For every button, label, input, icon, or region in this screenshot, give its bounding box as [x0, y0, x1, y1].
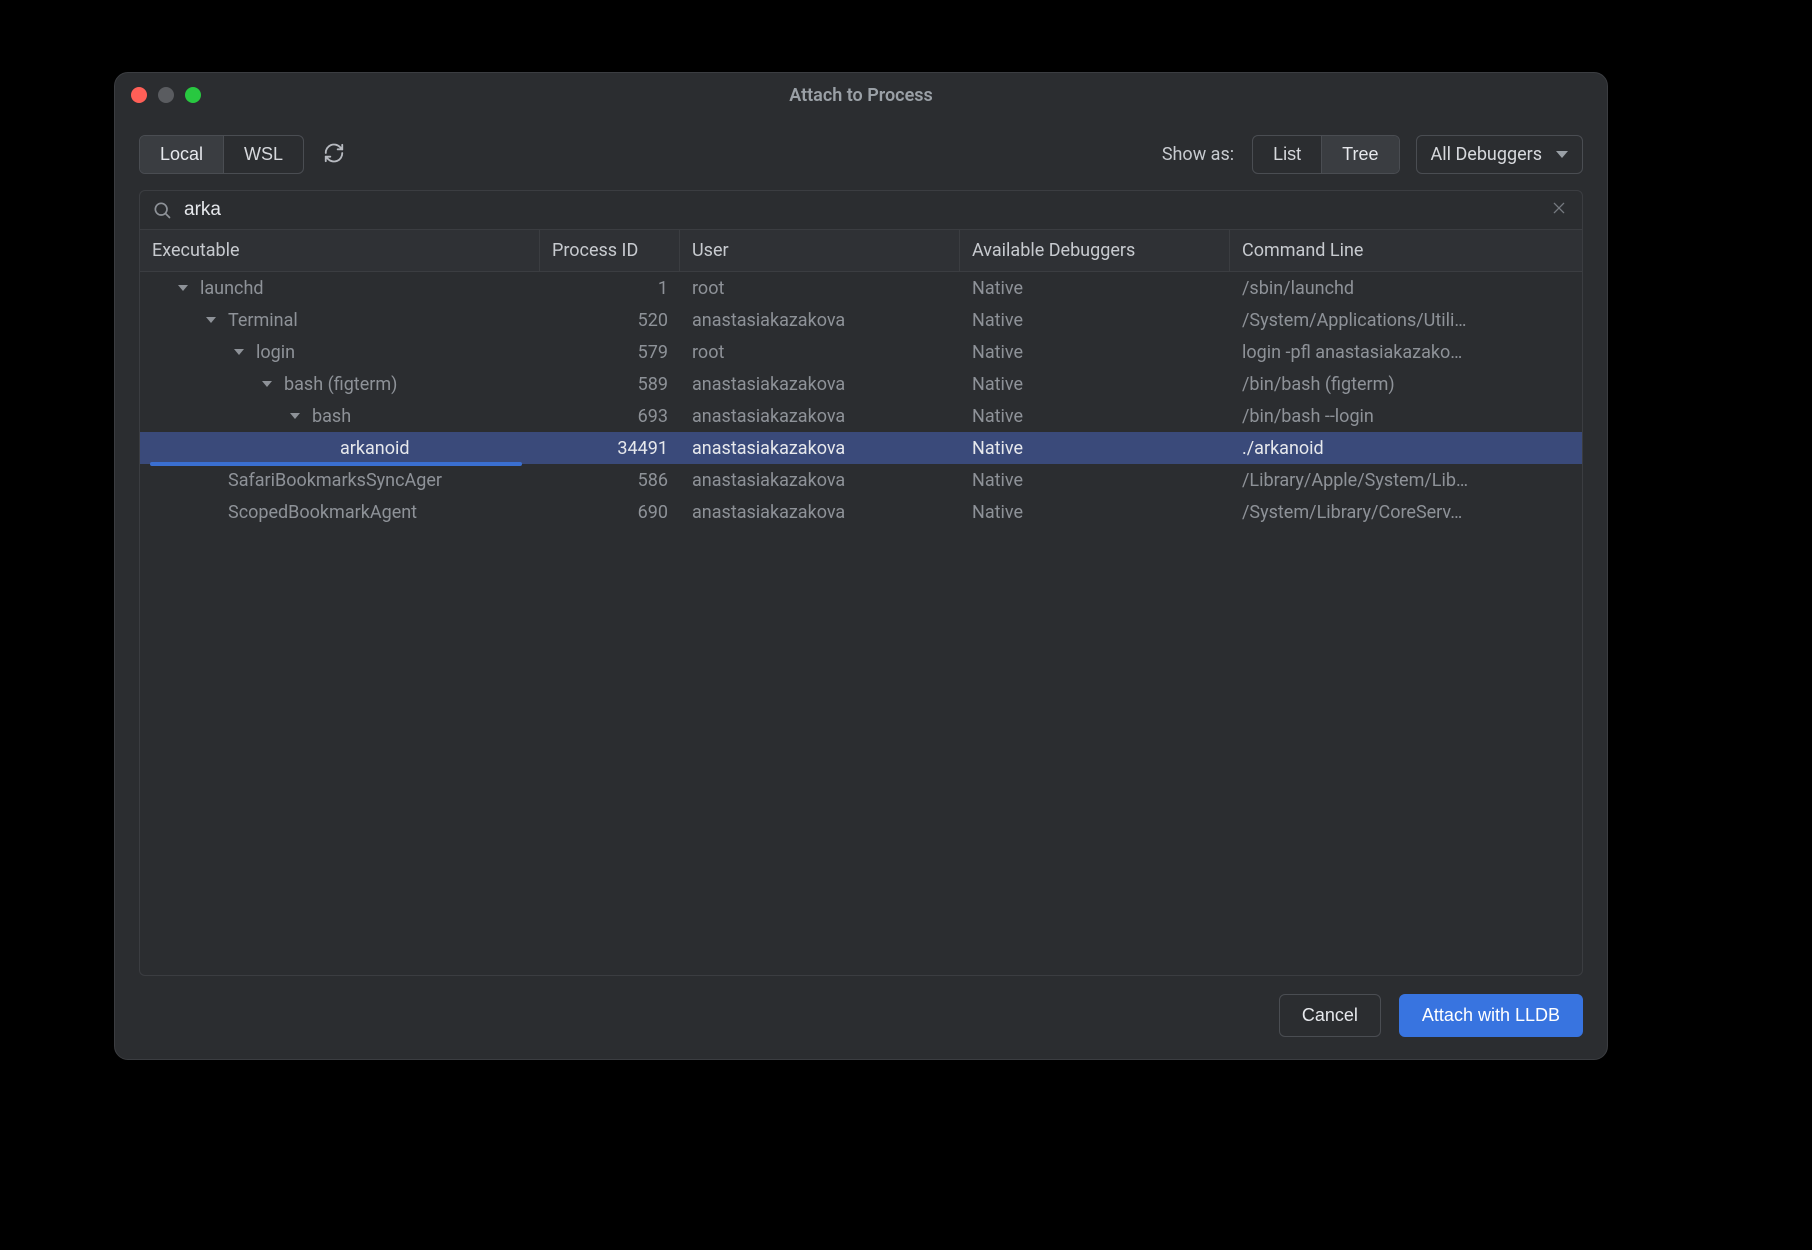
search-input[interactable]: [184, 199, 1536, 221]
cell-executable: launchd: [140, 278, 540, 299]
table-row[interactable]: launchd 1rootNative/sbin/launchd: [140, 272, 1582, 304]
cell-debuggers: Native: [960, 406, 1230, 427]
attach-button[interactable]: Attach with LLDB: [1399, 994, 1583, 1037]
cell-user: anastasiakazakova: [680, 470, 960, 491]
cell-pid: 693: [540, 406, 680, 427]
chevron-down-icon: [1556, 151, 1568, 158]
show-as-label: Show as:: [1162, 144, 1234, 165]
cell-command-line: /sbin/launchd: [1230, 278, 1582, 299]
table-row[interactable]: ScopedBookmarkAgent 690anastasiakazakovaN…: [140, 496, 1582, 528]
table-header: Executable Process ID User Available Deb…: [140, 230, 1582, 272]
dialog-footer: Cancel Attach with LLDB: [115, 994, 1607, 1059]
chevron-down-icon[interactable]: [178, 285, 188, 291]
cell-user: root: [680, 342, 960, 363]
executable-name: SafariBookmarksSyncAger: [228, 470, 442, 491]
cell-pid: 586: [540, 470, 680, 491]
cell-pid: 1: [540, 278, 680, 299]
executable-name: bash (figterm): [284, 374, 397, 395]
cell-user: anastasiakazakova: [680, 374, 960, 395]
cell-debuggers: Native: [960, 470, 1230, 491]
clear-search-button[interactable]: [1548, 199, 1570, 221]
col-process-id[interactable]: Process ID: [540, 230, 680, 271]
close-x-icon: [1551, 200, 1567, 220]
cell-command-line: /System/Library/CoreServ…: [1230, 502, 1582, 523]
cell-debuggers: Native: [960, 438, 1230, 459]
cell-debuggers: Native: [960, 310, 1230, 331]
show-as-segment: List Tree: [1252, 135, 1399, 174]
table-row[interactable]: arkanoid 34491anastasiakazakovaNative./ar…: [140, 432, 1582, 464]
cell-user: root: [680, 278, 960, 299]
cell-executable: arkanoid: [140, 438, 540, 459]
chevron-down-icon[interactable]: [234, 349, 244, 355]
executable-name: Terminal: [228, 310, 298, 331]
cell-executable: Terminal: [140, 310, 540, 331]
chevron-down-icon[interactable]: [262, 381, 272, 387]
chevron-down-icon[interactable]: [206, 317, 216, 323]
debuggers-dropdown[interactable]: All Debuggers: [1416, 135, 1584, 174]
cell-command-line: /Library/Apple/System/Lib…: [1230, 470, 1582, 491]
cell-debuggers: Native: [960, 342, 1230, 363]
table-row[interactable]: Terminal 520anastasiakazakovaNative/Syste…: [140, 304, 1582, 336]
cell-command-line: ./arkanoid: [1230, 438, 1582, 459]
executable-name: bash: [312, 406, 351, 427]
col-available-debuggers[interactable]: Available Debuggers: [960, 230, 1230, 271]
source-segment: Local WSL: [139, 135, 304, 174]
cell-debuggers: Native: [960, 374, 1230, 395]
cell-command-line: /System/Applications/Utili…: [1230, 310, 1582, 331]
cell-pid: 579: [540, 342, 680, 363]
table-row[interactable]: login 579rootNativelogin -pfl anastasiaka…: [140, 336, 1582, 368]
window-controls: [131, 87, 201, 103]
minimize-icon[interactable]: [158, 87, 174, 103]
cell-executable: login: [140, 342, 540, 363]
process-panel: Executable Process ID User Available Deb…: [139, 190, 1583, 976]
show-as-list-button[interactable]: List: [1253, 136, 1321, 173]
cancel-button[interactable]: Cancel: [1279, 994, 1381, 1037]
cell-pid: 520: [540, 310, 680, 331]
cell-user: anastasiakazakova: [680, 502, 960, 523]
attach-to-process-window: Attach to Process Local WSL Show as:: [114, 72, 1608, 1060]
cell-user: anastasiakazakova: [680, 310, 960, 331]
source-wsl-button[interactable]: WSL: [223, 136, 303, 173]
cell-pid: 690: [540, 502, 680, 523]
executable-name: ScopedBookmarkAgent: [228, 502, 417, 523]
refresh-icon: [323, 142, 345, 167]
executable-name: login: [256, 342, 295, 363]
table-row[interactable]: bash (figterm) 589anastasiakazakovaNative…: [140, 368, 1582, 400]
executable-name: arkanoid: [340, 438, 410, 459]
cell-debuggers: Native: [960, 502, 1230, 523]
cell-command-line: /bin/bash --login: [1230, 406, 1582, 427]
close-icon[interactable]: [131, 87, 147, 103]
search-icon: [152, 200, 172, 220]
zoom-icon[interactable]: [185, 87, 201, 103]
executable-name: launchd: [200, 278, 264, 299]
chevron-down-icon[interactable]: [290, 413, 300, 419]
col-user[interactable]: User: [680, 230, 960, 271]
cell-executable: SafariBookmarksSyncAger: [140, 470, 540, 491]
cell-user: anastasiakazakova: [680, 406, 960, 427]
search-bar: [140, 191, 1582, 230]
cell-executable: bash: [140, 406, 540, 427]
cell-executable: bash (figterm): [140, 374, 540, 395]
cell-user: anastasiakazakova: [680, 438, 960, 459]
cell-pid: 34491: [540, 438, 680, 459]
toolbar: Local WSL Show as: List Tree: [115, 117, 1607, 190]
window-title: Attach to Process: [115, 85, 1607, 106]
source-local-button[interactable]: Local: [140, 136, 223, 173]
table-body: launchd1rootNative/sbin/launchdTerminal5…: [140, 272, 1582, 975]
cell-command-line: login -pfl anastasiakazako…: [1230, 342, 1582, 363]
debuggers-dropdown-label: All Debuggers: [1431, 144, 1543, 165]
table-row[interactable]: SafariBookmarksSyncAger 586anastasiakazak…: [140, 464, 1582, 496]
show-as-tree-button[interactable]: Tree: [1321, 136, 1398, 173]
col-command-line[interactable]: Command Line: [1230, 230, 1582, 271]
refresh-button[interactable]: [320, 141, 348, 169]
table-row[interactable]: bash 693anastasiakazakovaNative/bin/bash …: [140, 400, 1582, 432]
cell-debuggers: Native: [960, 278, 1230, 299]
cell-pid: 589: [540, 374, 680, 395]
titlebar: Attach to Process: [115, 73, 1607, 117]
cell-executable: ScopedBookmarkAgent: [140, 502, 540, 523]
col-executable[interactable]: Executable: [140, 230, 540, 271]
cell-command-line: /bin/bash (figterm): [1230, 374, 1582, 395]
